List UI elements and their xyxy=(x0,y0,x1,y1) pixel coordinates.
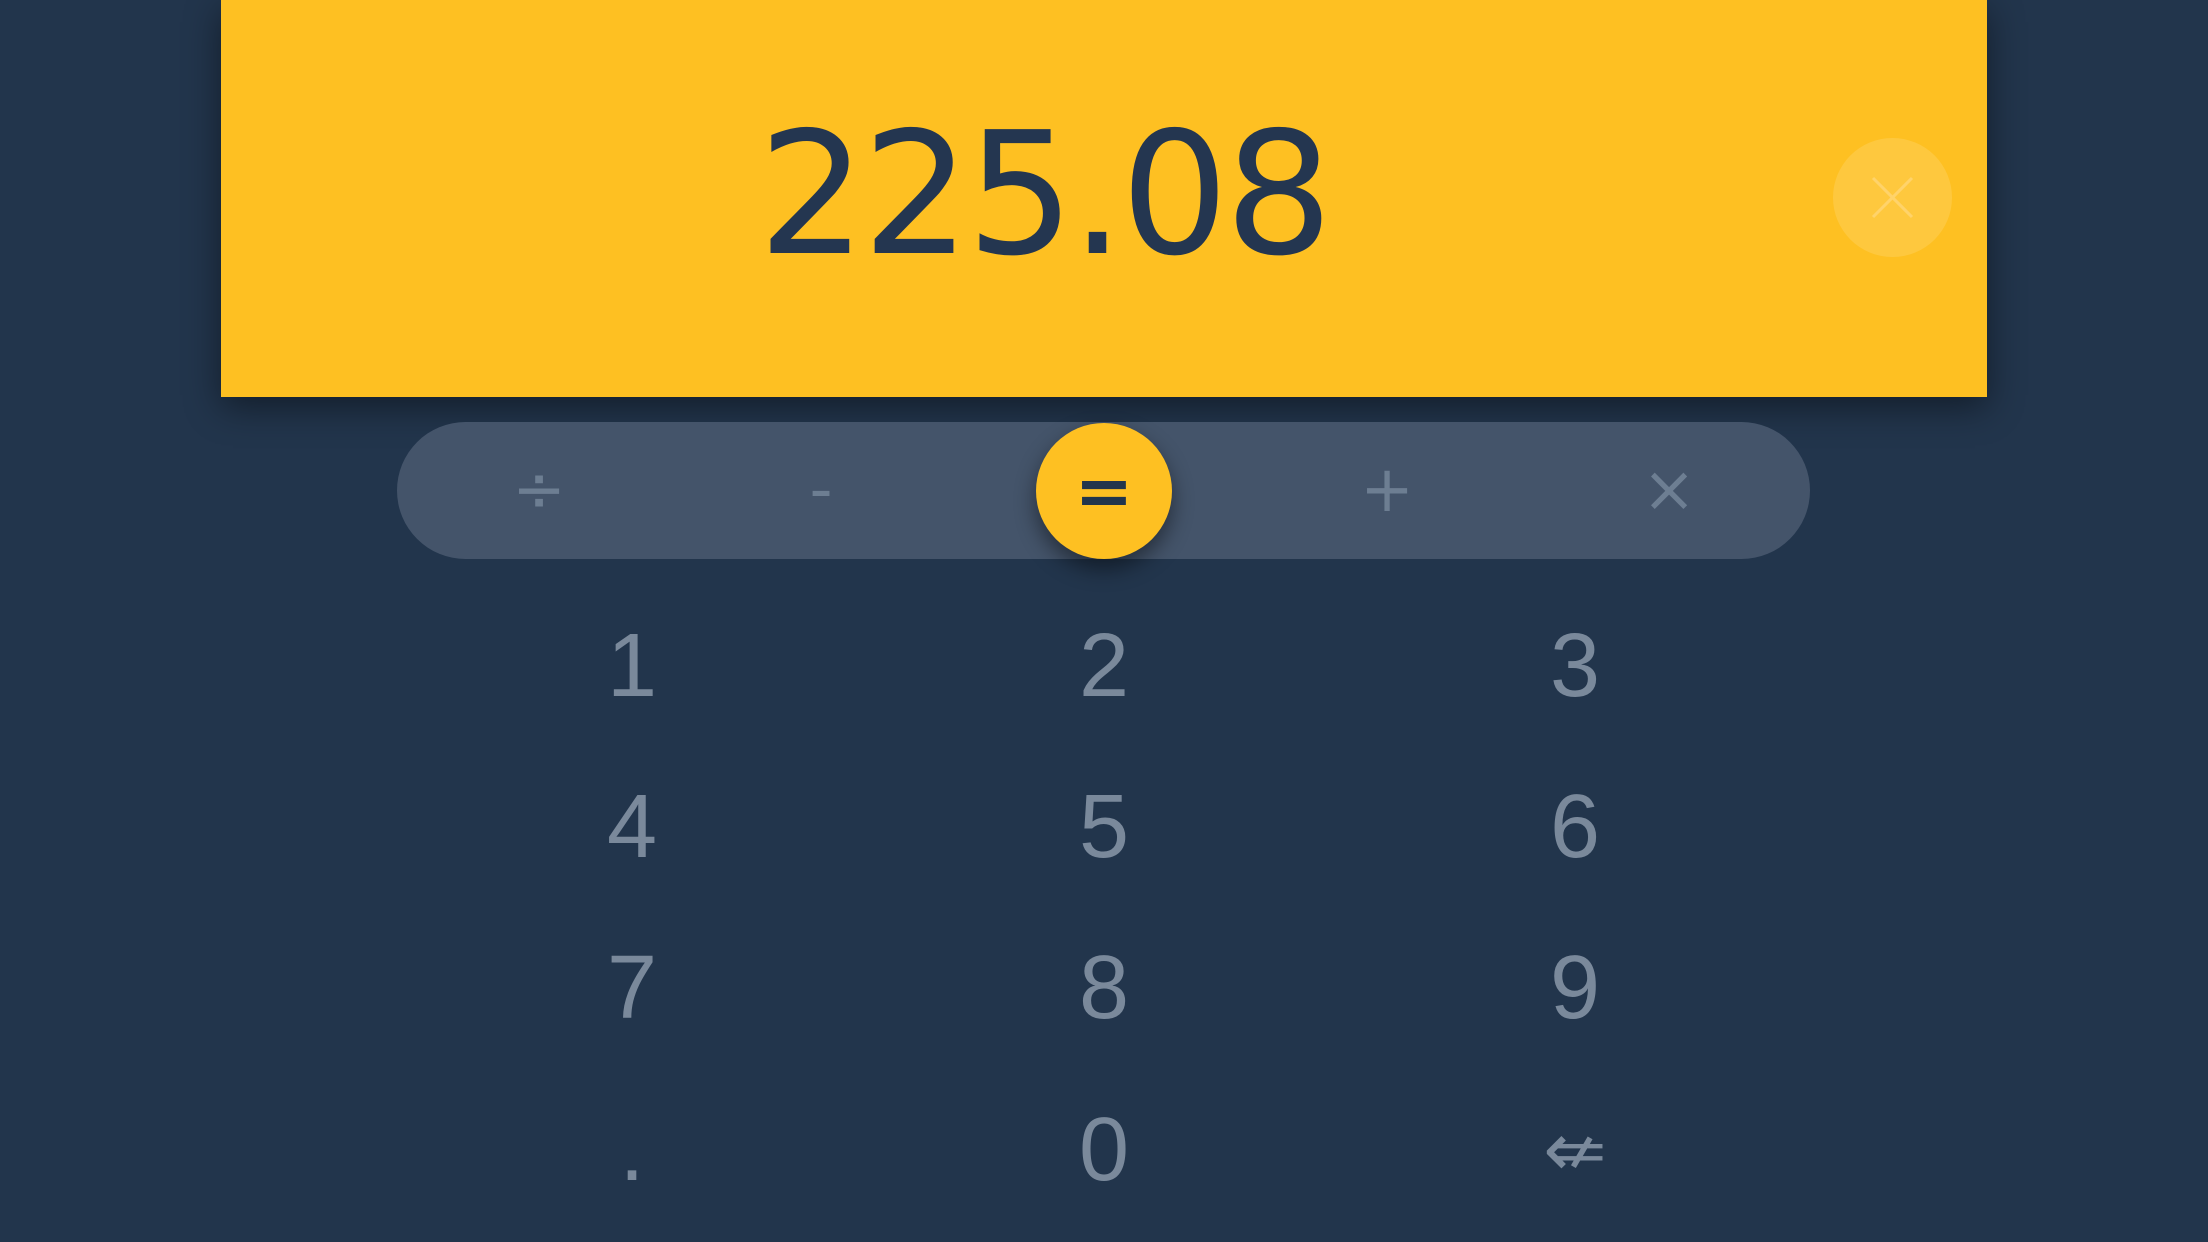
key-8[interactable]: 8 xyxy=(984,913,1224,1063)
result-value: 225.08 xyxy=(758,96,1333,294)
key-6[interactable]: 6 xyxy=(1455,752,1695,902)
decimal-key[interactable]: . xyxy=(512,1075,752,1225)
multiply-button[interactable]: × xyxy=(1569,422,1769,559)
key-2[interactable]: 2 xyxy=(984,591,1224,741)
key-5[interactable]: 5 xyxy=(984,752,1224,902)
equals-button[interactable]: = xyxy=(1036,423,1172,559)
key-7[interactable]: 7 xyxy=(512,913,752,1063)
key-9[interactable]: 9 xyxy=(1455,913,1695,1063)
clear-button[interactable] xyxy=(1833,138,1952,257)
add-button[interactable]: + xyxy=(1287,422,1487,559)
close-icon xyxy=(1871,176,1914,219)
key-0[interactable]: 0 xyxy=(984,1075,1224,1225)
result-display: 225.08 xyxy=(221,0,1987,397)
backspace-key[interactable]: ⇍ xyxy=(1455,1075,1695,1225)
key-3[interactable]: 3 xyxy=(1455,591,1695,741)
divide-button[interactable]: ÷ xyxy=(439,422,639,559)
key-1[interactable]: 1 xyxy=(512,591,752,741)
key-4[interactable]: 4 xyxy=(512,752,752,902)
subtract-button[interactable]: - xyxy=(721,422,921,559)
